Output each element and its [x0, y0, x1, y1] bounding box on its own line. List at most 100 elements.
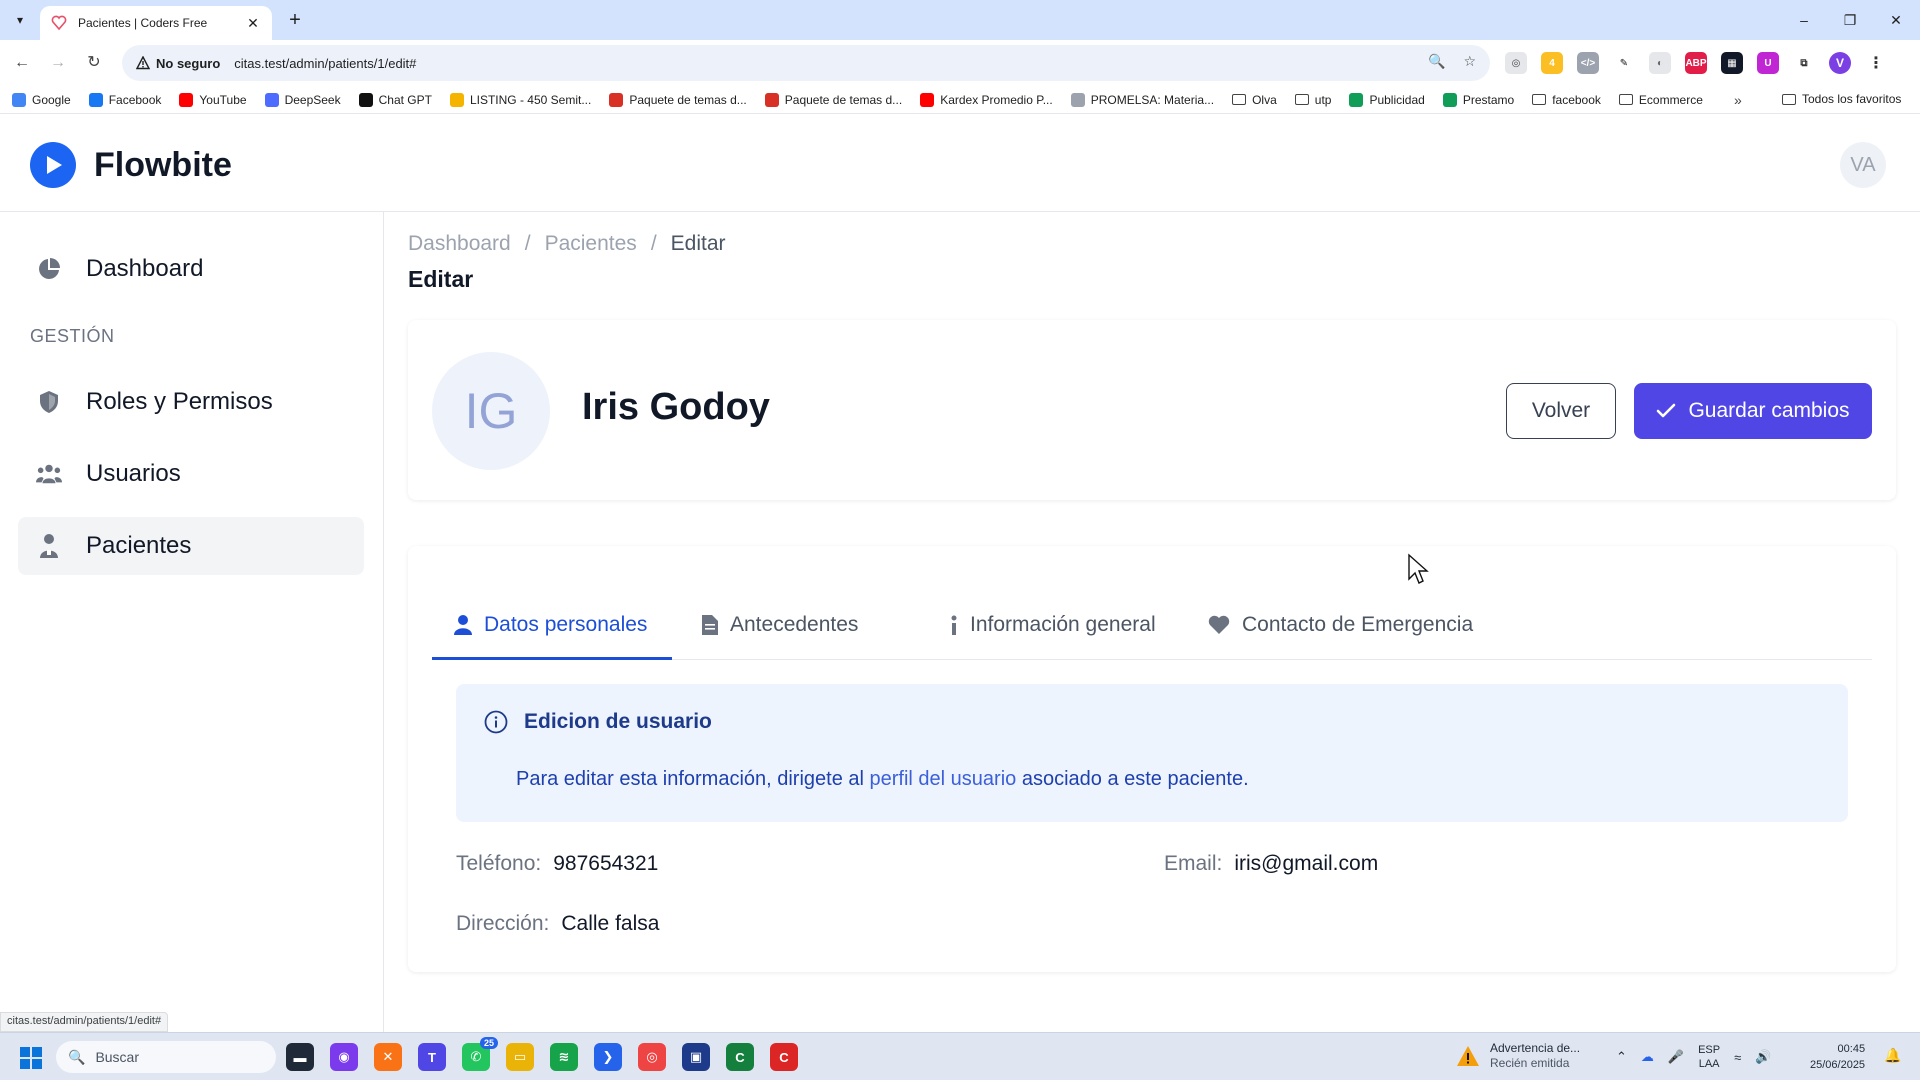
bookmark-item[interactable]: YouTube [179, 92, 247, 107]
extension-badge-icon[interactable]: 4 [1541, 52, 1563, 74]
breadcrumb-link-patients[interactable]: Pacientes [545, 232, 637, 256]
task-view-icon[interactable]: ▬ [286, 1043, 314, 1071]
bookmark-label: Facebook [108, 92, 162, 107]
weather-warning[interactable]: Advertencia de... Recién emitida [1456, 1041, 1580, 1071]
browser-profile-avatar[interactable]: V [1829, 52, 1851, 74]
wifi-icon[interactable]: ≈ [1734, 1050, 1741, 1065]
reload-icon[interactable]: ↻ [82, 51, 106, 75]
brand-logo[interactable]: Flowbite [30, 142, 232, 188]
extension-icon[interactable]: ◎ [1505, 52, 1527, 74]
bookmark-item[interactable]: Kardex Promedio P... [920, 92, 1053, 107]
app-icon[interactable]: C [770, 1043, 798, 1071]
patient-detail-card: Datos personales Antecedentes Informació… [408, 546, 1896, 972]
chrome-icon[interactable]: ◎ [638, 1043, 666, 1071]
sidebar-item-users[interactable]: Usuarios [18, 445, 364, 503]
menu-kebab-icon[interactable]: ⋮ [1865, 52, 1887, 74]
extension-icon[interactable]: ◐ [1649, 52, 1671, 74]
microphone-icon[interactable]: 🎤 [1668, 1049, 1684, 1065]
bookmark-item[interactable]: Chat GPT [358, 92, 432, 107]
qr-code-icon[interactable]: ▦ [1721, 52, 1743, 74]
windows-start-icon[interactable] [20, 1047, 42, 1069]
puzzle-extensions-icon[interactable]: ⧉ [1793, 52, 1815, 74]
tab-emergency-contact[interactable]: Contacto de Emergencia [1208, 606, 1473, 660]
tray-chevron-icon[interactable]: ⌃ [1616, 1049, 1627, 1065]
teams-icon[interactable]: T [418, 1043, 446, 1071]
address-bar[interactable]: No seguro citas.test/admin/patients/1/ed… [122, 45, 1490, 81]
folder-icon [1232, 94, 1247, 105]
bookmark-label: DeepSeek [284, 92, 341, 107]
eyedropper-icon[interactable]: ✎ [1613, 52, 1635, 74]
tab-general-info[interactable]: Información general [950, 606, 1156, 660]
camtasia-icon[interactable]: C [726, 1043, 754, 1071]
whatsapp-icon[interactable]: ✆ 25 [462, 1037, 498, 1071]
folder-icon [1532, 94, 1547, 105]
close-window-icon[interactable]: ✕ [1882, 8, 1910, 32]
tab-search-chevron-icon[interactable]: ▾ [8, 8, 32, 32]
bookmark-label: Olva [1252, 92, 1277, 107]
bookmarks-overflow-button[interactable]: » [1734, 92, 1742, 108]
tab-personal-data[interactable]: Datos personales [454, 606, 647, 660]
zoom-icon[interactable]: 🔍 [1428, 53, 1445, 70]
bookmark-item[interactable]: PROMELSA: Materia... [1070, 92, 1215, 107]
app-icon[interactable]: ▣ [682, 1043, 710, 1071]
breadcrumb-separator: / [650, 232, 657, 255]
sidebar-item-roles[interactable]: Roles y Permisos [18, 373, 364, 431]
onedrive-icon[interactable]: ☁ [1641, 1049, 1654, 1065]
address-field: Dirección: Calle falsa [456, 912, 659, 936]
tab-close-icon[interactable]: ✕ [244, 15, 262, 32]
adblock-icon[interactable]: ABP [1685, 52, 1707, 74]
search-icon: 🔍 [68, 1048, 86, 1065]
notifications-icon[interactable]: 🔔 [1884, 1047, 1901, 1064]
bookmark-item[interactable]: Ecommerce [1618, 93, 1703, 107]
taskbar-search-placeholder: Buscar [95, 1049, 140, 1065]
spotify-icon[interactable]: ≋ [550, 1043, 578, 1071]
copilot-icon[interactable]: ◉ [330, 1043, 358, 1071]
browser-tab-active[interactable]: Pacientes | Coders Free ✕ [40, 6, 272, 40]
all-bookmarks-button[interactable]: Todos los favoritos [1782, 92, 1901, 106]
save-changes-button[interactable]: Guardar cambios [1634, 383, 1872, 439]
bookmark-item[interactable]: Google [12, 92, 71, 107]
xampp-icon[interactable]: ✕ [374, 1043, 402, 1071]
user-avatar[interactable]: VA [1840, 142, 1886, 188]
bookmark-star-icon[interactable]: ☆ [1463, 53, 1476, 70]
volume-icon[interactable]: 🔊 [1755, 1049, 1771, 1065]
back-arrow-icon[interactable]: ← [10, 51, 34, 75]
bookmark-item[interactable]: Paquete de temas d... [609, 92, 747, 107]
new-tab-button[interactable]: + [282, 8, 308, 34]
sidebar-item-dashboard[interactable]: Dashboard [18, 240, 364, 298]
bookmark-item[interactable]: Prestamo [1442, 92, 1514, 107]
system-clock[interactable]: 00:45 25/06/2025 [1810, 1041, 1865, 1073]
bookmark-item[interactable]: utp [1294, 93, 1331, 107]
file-explorer-icon[interactable]: ▭ [506, 1043, 534, 1071]
breadcrumb-link-dashboard[interactable]: Dashboard [408, 232, 511, 256]
language-indicator[interactable]: ESP LAA [1698, 1043, 1720, 1071]
bookmark-item[interactable]: facebook [1532, 93, 1601, 107]
minimize-icon[interactable]: – [1790, 8, 1818, 32]
bookmark-item[interactable]: Paquete de temas d... [764, 92, 903, 107]
tab-bar: Datos personales Antecedentes Informació… [432, 606, 1872, 660]
sidebar-item-patients[interactable]: Pacientes [18, 517, 364, 575]
restore-icon[interactable]: ❐ [1836, 8, 1864, 32]
sidebar: Dashboard GESTIÓN Roles y Permisos Usuar… [0, 212, 384, 1032]
heart-icon [1208, 615, 1230, 634]
bookmark-item[interactable]: Publicidad [1349, 92, 1425, 107]
url-text[interactable]: citas.test/admin/patients/1/edit# [234, 56, 416, 71]
forward-arrow-icon[interactable]: → [46, 51, 70, 75]
email-value: iris@gmail.com [1234, 852, 1379, 875]
tab-title: Pacientes | Coders Free [78, 16, 208, 30]
bookmark-label: PROMELSA: Materia... [1090, 92, 1215, 107]
tab-background[interactable]: Antecedentes [702, 606, 858, 660]
bookmark-item[interactable]: LISTING - 450 Semit... [449, 92, 591, 107]
devtools-extension-icon[interactable]: </> [1577, 52, 1599, 74]
vscode-icon[interactable]: ❯ [594, 1043, 622, 1071]
bookmark-item[interactable]: Facebook [88, 92, 162, 107]
back-button[interactable]: Volver [1506, 383, 1616, 439]
ublock-icon[interactable]: U [1757, 52, 1779, 74]
bookmark-label: Paquete de temas d... [784, 92, 903, 107]
taskbar-search[interactable]: 🔍 Buscar [56, 1041, 276, 1073]
warning-title: Advertencia de... [1490, 1041, 1581, 1055]
security-chip[interactable]: No seguro [130, 49, 228, 77]
bookmark-item[interactable]: Olva [1232, 93, 1277, 107]
user-profile-link[interactable]: perfil del usuario [870, 768, 1017, 790]
bookmark-item[interactable]: DeepSeek [264, 92, 341, 107]
